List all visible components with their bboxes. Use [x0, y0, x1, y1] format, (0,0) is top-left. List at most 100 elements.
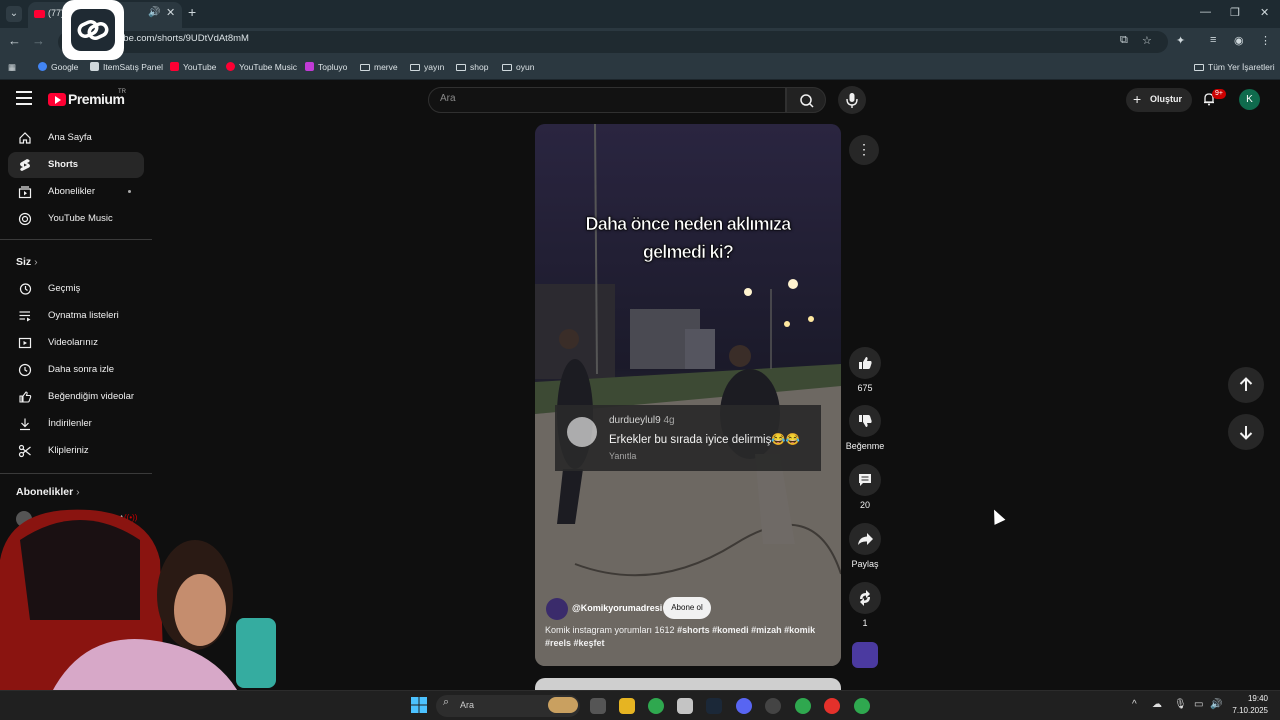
- microphone-icon[interactable]: 🎙: [1174, 699, 1187, 710]
- account-avatar[interactable]: K: [1239, 89, 1260, 110]
- install-app-icon[interactable]: ⧉: [1120, 34, 1128, 47]
- extensions-icon[interactable]: ✦: [1176, 34, 1185, 47]
- profile-icon[interactable]: ◉: [1234, 34, 1244, 47]
- share-button[interactable]: [849, 523, 881, 555]
- panel-icon: [90, 62, 99, 71]
- remix-button[interactable]: [849, 582, 881, 614]
- sidebar-item-watch-later[interactable]: Daha sonra izle: [8, 357, 144, 383]
- bookmark-folder-merve[interactable]: merve: [360, 62, 398, 72]
- chevron-up-icon[interactable]: ^: [1132, 699, 1137, 710]
- chrome-icon[interactable]: [854, 698, 870, 714]
- channel-handle[interactable]: @Komikyorumadresi: [572, 603, 662, 613]
- tab-search-button[interactable]: ⌄: [6, 6, 22, 22]
- new-tab-icon[interactable]: +: [188, 4, 196, 20]
- url-text[interactable]: ube.com/shorts/9UDtVdAt8mM: [118, 33, 249, 44]
- bookmark-folder-yayin[interactable]: yayın: [410, 62, 444, 72]
- topluyo-icon: [305, 62, 314, 71]
- file-explorer-icon[interactable]: [619, 698, 635, 714]
- voice-search-button[interactable]: [838, 86, 866, 114]
- restore-icon[interactable]: ❐: [1230, 6, 1240, 19]
- bookmark-google[interactable]: Google: [38, 62, 78, 72]
- onedrive-icon[interactable]: ☁: [1152, 699, 1162, 710]
- menu-dots-icon[interactable]: ⋮: [1260, 34, 1271, 47]
- sidebar-item-playlists[interactable]: Oynatma listeleri: [8, 303, 144, 329]
- bookmark-star-icon[interactable]: ☆: [1142, 34, 1152, 47]
- bookmarks-bar: ▦ Google ItemSatış Panel YouTube YouTube…: [0, 56, 1280, 80]
- back-arrow-icon[interactable]: ←: [8, 33, 21, 48]
- comment-screenshot-overlay: durdueylul9 4g Erkekler bu sırada iyice …: [555, 405, 821, 471]
- folder-icon: [360, 64, 370, 71]
- shorts-video-player[interactable]: Daha önce neden aklımıza gelmedi ki? dur…: [535, 124, 841, 666]
- short-description[interactable]: Komik instagram yorumları 1612 #shorts #…: [545, 624, 835, 650]
- sidebar-item-youtube-music[interactable]: YouTube Music: [8, 206, 144, 232]
- media-player-icon[interactable]: [824, 698, 840, 714]
- apps-grid-icon[interactable]: ▦: [8, 62, 16, 73]
- video-caption-overlay: Daha önce neden aklımıza gelmedi ki?: [585, 214, 791, 263]
- volume-icon[interactable]: 🔊: [1210, 699, 1222, 710]
- sidebar-item-clips[interactable]: Klipleriniz: [8, 438, 144, 464]
- close-window-icon[interactable]: ✕: [1260, 6, 1269, 19]
- sidebar-item-shorts[interactable]: Shorts: [8, 152, 144, 178]
- arrow-up-icon: [1239, 377, 1253, 391]
- comment-reply-label: Yanıtla: [609, 451, 637, 461]
- bookmark-topluyo[interactable]: Topluyo: [305, 62, 347, 72]
- chrome-icon[interactable]: [795, 698, 811, 714]
- sound-thumbnail[interactable]: [852, 642, 878, 668]
- previous-short-button[interactable]: [1228, 367, 1264, 403]
- share-icon: [858, 533, 873, 545]
- search-button[interactable]: [786, 87, 826, 113]
- like-count: 675: [857, 383, 873, 393]
- more-options-icon[interactable]: ⋮: [849, 135, 879, 165]
- bookmark-folder-oyun[interactable]: oyun: [502, 62, 534, 72]
- discord-icon[interactable]: [736, 698, 752, 714]
- audio-playing-icon[interactable]: 🔊: [148, 7, 160, 18]
- windows-start-icon[interactable]: [411, 697, 427, 713]
- forward-arrow-icon[interactable]: →: [32, 33, 45, 48]
- subscriptions-section-header[interactable]: Abonelikler ›: [16, 486, 80, 498]
- steam-icon[interactable]: [706, 698, 722, 714]
- like-button[interactable]: [849, 347, 881, 379]
- search-input[interactable]: [428, 87, 786, 113]
- sidebar-item-history[interactable]: Geçmiş: [8, 276, 144, 302]
- youtube-premium-brand[interactable]: Premium: [68, 91, 125, 107]
- taskbar-time[interactable]: 19:40: [1232, 694, 1268, 703]
- media-controls-icon[interactable]: ≡: [1210, 34, 1216, 46]
- comment-icon: [859, 474, 871, 486]
- search-highlight-icon[interactable]: [548, 697, 578, 713]
- youtube-music-icon: [226, 62, 235, 71]
- you-section-header[interactable]: Siz ›: [16, 256, 38, 268]
- thumbs-up-icon: [859, 357, 872, 369]
- browser-toolbar: ← → ube.com/shorts/9UDtVdAt8mM ⧉ ☆ ✦ ≡ ◉…: [0, 28, 1280, 56]
- chevron-right-icon: ›: [76, 486, 80, 498]
- sidebar-item-subscriptions[interactable]: Abonelikler: [8, 179, 144, 205]
- bookmark-folder-shop[interactable]: shop: [456, 62, 488, 72]
- sidebar-item-your-videos[interactable]: Videolarınız: [8, 330, 144, 356]
- sidebar-divider: [0, 473, 152, 474]
- obs-icon[interactable]: [765, 698, 781, 714]
- search-placeholder: Ara: [440, 93, 456, 104]
- chrome-icon[interactable]: [648, 698, 664, 714]
- sidebar-item-downloads[interactable]: İndirilenler: [8, 411, 144, 437]
- sidebar-item-liked-videos[interactable]: Beğendiğim videolar: [8, 384, 144, 410]
- bookmark-youtube-music[interactable]: YouTube Music: [226, 62, 297, 72]
- close-tab-icon[interactable]: ✕: [166, 6, 175, 19]
- app-icon[interactable]: [677, 698, 693, 714]
- dislike-button[interactable]: [849, 405, 881, 437]
- next-short-button[interactable]: [1228, 414, 1264, 450]
- sidebar-item-home[interactable]: Ana Sayfa: [8, 125, 144, 151]
- channel-avatar[interactable]: [546, 598, 568, 620]
- task-view-icon[interactable]: [590, 698, 606, 714]
- taskbar-date[interactable]: 7.10.2025: [1222, 706, 1268, 715]
- network-icon[interactable]: ▭: [1194, 699, 1203, 710]
- minimize-icon[interactable]: —: [1200, 6, 1211, 18]
- youtube-masthead: Premium TR Ara + Oluştur 9+ K: [0, 81, 1280, 121]
- menu-icon[interactable]: [16, 91, 32, 107]
- bookmark-youtube[interactable]: YouTube: [170, 62, 216, 72]
- comments-button[interactable]: [849, 464, 881, 496]
- youtube-icon: [170, 62, 179, 71]
- bookmark-itemsatis[interactable]: ItemSatış Panel: [90, 62, 163, 72]
- home-icon: [19, 132, 31, 144]
- subscribe-button[interactable]: Abone ol: [663, 597, 711, 619]
- all-bookmarks[interactable]: Tüm Yer İşaretleri: [1194, 62, 1275, 72]
- shorts-icon: [20, 159, 30, 171]
